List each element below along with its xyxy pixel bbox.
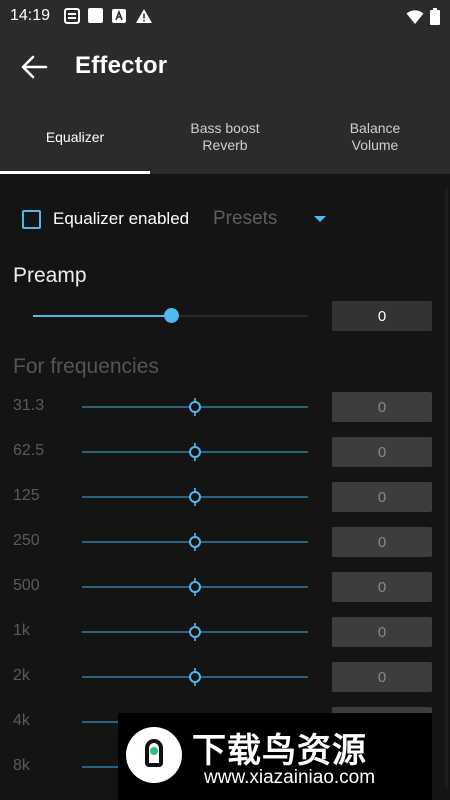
- watermark-overlay: 下载鸟资源 www.xiazainiao.com: [118, 713, 432, 800]
- frequency-slider-thumb[interactable]: [189, 491, 201, 503]
- frequency-label: 31.3: [13, 397, 45, 414]
- alert-icon: [136, 9, 152, 23]
- frequency-slider-thumb[interactable]: [189, 626, 201, 638]
- tab-bass-boost-reverb-label: Bass boost Reverb: [190, 120, 260, 153]
- frequency-label: 62.5: [13, 442, 45, 459]
- white-square-icon: [88, 8, 103, 23]
- frequency-band-row: 2k 0: [0, 662, 450, 692]
- equalizer-enabled-checkbox[interactable]: Equalizer enabled: [22, 209, 189, 229]
- presets-dropdown[interactable]: Presets: [213, 208, 277, 230]
- frequency-band-row: 31.3 0: [0, 392, 450, 422]
- frequency-label: 2k: [13, 667, 30, 684]
- status-bar: 14:19: [0, 0, 450, 34]
- frequency-label: 1k: [13, 622, 30, 639]
- preamp-slider-fill: [33, 315, 171, 317]
- frequency-label: 250: [13, 532, 40, 549]
- watermark-logo-icon: [126, 727, 182, 783]
- frequency-value-field[interactable]: 0: [332, 392, 432, 422]
- dropdown-arrow-icon[interactable]: [314, 216, 326, 222]
- scrollbar[interactable]: [445, 188, 448, 788]
- a-box-icon: [112, 9, 126, 23]
- status-time: 14:19: [10, 7, 51, 24]
- battery-icon: [430, 8, 440, 25]
- frequency-value-field[interactable]: 0: [332, 617, 432, 647]
- frequency-value-field[interactable]: 0: [332, 527, 432, 557]
- tab-equalizer-label: Equalizer: [45, 128, 105, 145]
- frequency-value-field[interactable]: 0: [332, 662, 432, 692]
- preamp-value-field[interactable]: 0: [332, 301, 432, 331]
- frequency-band-row: 125 0: [0, 482, 450, 512]
- frequency-band-row: 250 0: [0, 527, 450, 557]
- frequency-value-field[interactable]: 0: [332, 482, 432, 512]
- status-icons-right: [406, 8, 440, 25]
- frequency-value-field[interactable]: 0: [332, 572, 432, 602]
- arrow-left-icon[interactable]: [20, 54, 48, 80]
- wifi-icon: [406, 9, 424, 24]
- frequency-band-row: 500 0: [0, 572, 450, 602]
- preamp-label: Preamp: [13, 264, 87, 287]
- frequency-label: 4k: [13, 712, 30, 729]
- frequency-label: 8k: [13, 757, 30, 774]
- frequency-label: 500: [13, 577, 40, 594]
- frequency-slider-thumb[interactable]: [189, 446, 201, 458]
- frequency-band-row: 62.5 0: [0, 437, 450, 467]
- notification-icon: [64, 8, 80, 24]
- page-title: Effector: [75, 52, 168, 79]
- frequency-label: 125: [13, 487, 40, 504]
- frequency-slider-thumb[interactable]: [189, 671, 201, 683]
- checkbox-box[interactable]: [22, 209, 41, 229]
- equalizer-enabled-label: Equalizer enabled: [53, 209, 190, 228]
- tab-bass-boost-reverb[interactable]: Bass boost Reverb: [150, 100, 300, 174]
- frequency-band-row: 1k 0: [0, 617, 450, 647]
- tab-balance-volume[interactable]: Balance Volume: [300, 100, 450, 174]
- frequencies-heading: For frequencies: [13, 355, 159, 378]
- frequency-slider-thumb[interactable]: [189, 536, 201, 548]
- tab-bar: Equalizer Bass boost Reverb Balance Volu…: [0, 100, 450, 174]
- preamp-slider-thumb[interactable]: [164, 308, 179, 323]
- frequency-slider-thumb[interactable]: [189, 581, 201, 593]
- app-bar: Effector: [0, 34, 450, 100]
- watermark-title: 下载鸟资源: [192, 732, 367, 770]
- frequency-slider-thumb[interactable]: [189, 401, 201, 413]
- frequency-value-field[interactable]: 0: [332, 437, 432, 467]
- tab-balance-volume-label: Balance Volume: [349, 120, 401, 153]
- watermark-url: www.xiazainiao.com: [204, 767, 376, 788]
- equalizer-panel: Equalizer enabled Presets Preamp 0 For f…: [0, 174, 450, 800]
- status-icons-left: [64, 8, 153, 24]
- tab-equalizer[interactable]: Equalizer: [0, 100, 150, 174]
